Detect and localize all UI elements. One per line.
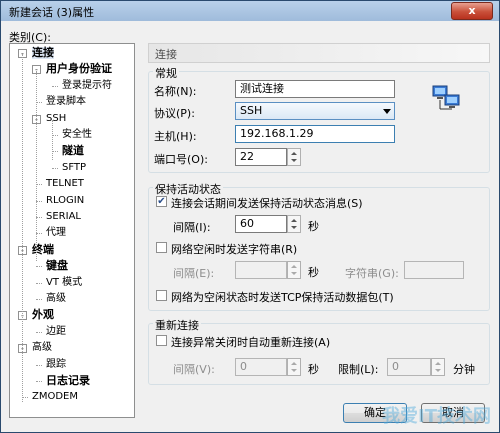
tcp-keepalive-label: 网络为空闲状态时发送TCP保持活动数据包(T) xyxy=(171,291,394,304)
tree-item[interactable]: 用户身份验证 xyxy=(46,63,112,75)
tcp-keepalive-checkbox[interactable] xyxy=(156,290,167,301)
port-input[interactable]: 22 xyxy=(235,148,287,166)
interval-input[interactable]: 60 xyxy=(235,215,287,233)
tree-connector xyxy=(52,167,58,169)
reconnect-interval-label: 间隔(V): xyxy=(173,363,215,376)
minutes-label: 分钟 xyxy=(453,363,475,376)
name-label: 名称(N): xyxy=(154,85,197,98)
protocol-label: 协议(P): xyxy=(154,107,195,120)
tree-item[interactable]: 登录提示符 xyxy=(62,80,112,92)
tree-item[interactable]: 安全性 xyxy=(62,129,92,141)
interval2-label: 间隔(E): xyxy=(173,267,215,280)
send-keepalive-checkbox[interactable]: ✔ xyxy=(156,196,167,207)
reconnect-interval-input[interactable]: 0 xyxy=(235,358,287,376)
tree-item[interactable]: 登录脚本 xyxy=(46,96,86,108)
tree-item[interactable]: 高级 xyxy=(32,342,52,354)
category-tree[interactable]: 连接 - 用户身份验证 - 登录提示符 登录脚本 SSH - 安全性 隧道 SFTP TELNET RL… xyxy=(9,43,135,418)
port-spinner[interactable] xyxy=(287,148,301,166)
send-string-label: 网络空闲时发送字符串(R) xyxy=(171,243,298,256)
tree-connector xyxy=(36,71,37,261)
tree-connector xyxy=(22,54,23,402)
interval2-seconds-label: 秒 xyxy=(308,266,319,279)
tree-item[interactable]: VT 模式 xyxy=(46,277,82,289)
chevron-down-icon xyxy=(383,109,391,114)
tree-item[interactable]: 键盘 xyxy=(46,260,68,272)
protocol-value: SSH xyxy=(240,104,263,117)
reconnect-interval-spinner[interactable] xyxy=(287,358,301,376)
interval-label: 间隔(I): xyxy=(173,221,211,234)
tree-connector xyxy=(36,364,42,366)
port-label: 端口号(O): xyxy=(154,153,208,166)
panel-header: 连接 xyxy=(148,43,490,63)
tree-connector xyxy=(36,299,42,300)
tree-item[interactable]: SERIAL xyxy=(46,211,81,223)
tree-item[interactable]: 高级 xyxy=(46,293,66,305)
interval2-input[interactable] xyxy=(235,261,287,279)
tree-item[interactable]: 外观 xyxy=(32,309,54,321)
limit-label: 限制(L): xyxy=(338,363,379,376)
reconnect-seconds-label: 秒 xyxy=(308,363,319,376)
tree-connector xyxy=(36,282,42,284)
tree-item[interactable]: SFTP xyxy=(62,162,86,174)
tree-connector xyxy=(36,266,42,268)
protocol-select[interactable]: SSH xyxy=(235,102,395,120)
tree-item[interactable]: 隧道 xyxy=(62,145,84,157)
name-input[interactable]: 测试连接 xyxy=(235,80,395,98)
tree-item[interactable]: TELNET xyxy=(46,178,84,190)
tree-item[interactable]: SSH xyxy=(46,113,66,125)
tree-connector xyxy=(52,85,58,87)
interval-seconds-label: 秒 xyxy=(308,220,319,233)
tree-connector xyxy=(36,381,42,382)
send-keepalive-label: 连接会话期间发送保持活动状态消息(S) xyxy=(171,197,363,210)
tree-item[interactable]: 日志记录 xyxy=(46,375,90,387)
tree-item[interactable]: 连接 xyxy=(32,47,54,59)
general-group-label: 常规 xyxy=(153,65,179,81)
tree-item[interactable]: 代理 xyxy=(46,227,66,239)
host-input[interactable]: 192.168.1.29 xyxy=(235,125,395,143)
panel-title: 连接 xyxy=(155,48,177,61)
close-button[interactable]: x xyxy=(451,2,493,20)
string-label: 字符串(G): xyxy=(345,267,399,280)
tree-item[interactable]: ZMODEM xyxy=(32,391,78,403)
window-title: 新建会话 (3)属性 xyxy=(9,6,95,19)
network-computers-icon xyxy=(432,85,460,110)
tree-item[interactable]: RLOGIN xyxy=(46,195,84,207)
reconnect-group-label: 重新连接 xyxy=(153,317,201,333)
auto-reconnect-checkbox[interactable] xyxy=(156,335,167,346)
limit-input[interactable]: 0 xyxy=(387,358,431,376)
watermark-logo: 我爱IT技术网 xyxy=(382,406,491,427)
title-bar[interactable]: 新建会话 (3)属性 x xyxy=(1,1,499,21)
tree-connector xyxy=(52,120,53,160)
string-input[interactable] xyxy=(404,261,464,279)
tree-item[interactable]: 跟踪 xyxy=(46,359,66,371)
auto-reconnect-label: 连接异常关闭时自动重新连接(A) xyxy=(171,336,331,349)
properties-dialog: 新建会话 (3)属性 x 类别(C): 连接 - 用户身份验证 - 登录提示符 登录脚本 S… xyxy=(0,0,500,433)
limit-spinner[interactable] xyxy=(431,358,445,376)
tree-connector xyxy=(36,331,42,333)
tree-item[interactable]: 边距 xyxy=(46,326,66,338)
host-label: 主机(H): xyxy=(154,130,197,143)
interval2-spinner[interactable] xyxy=(287,261,301,279)
send-string-checkbox[interactable] xyxy=(156,242,167,253)
interval-spinner[interactable] xyxy=(287,215,301,233)
